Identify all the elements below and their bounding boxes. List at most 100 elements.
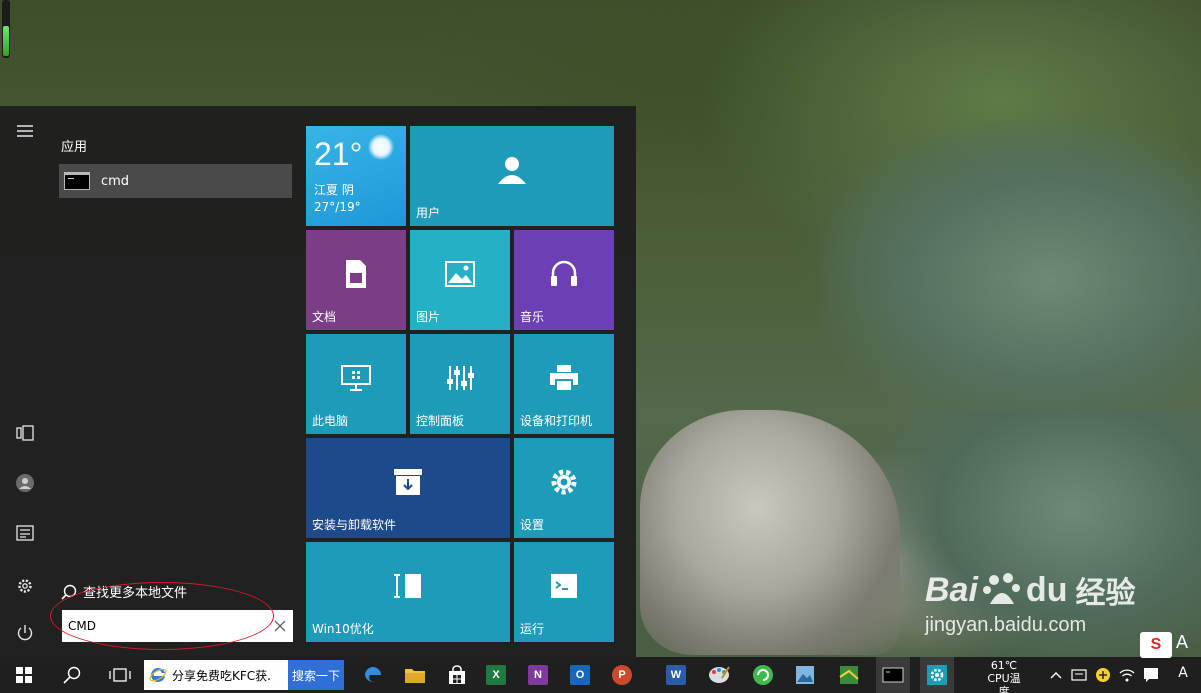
- tile-pictures-label: 图片: [416, 310, 441, 324]
- taskbar-file-explorer[interactable]: [398, 657, 432, 693]
- onenote-icon[interactable]: N: [528, 665, 548, 685]
- weather-temp: 21°: [314, 136, 363, 172]
- tray-network-app[interactable]: [1068, 657, 1090, 693]
- taskbar-store[interactable]: [440, 657, 474, 693]
- ie-search-button[interactable]: 搜索一下: [288, 660, 344, 690]
- search-input[interactable]: [62, 610, 267, 642]
- outlook-icon[interactable]: O: [570, 665, 590, 685]
- install-box-icon: [394, 469, 422, 495]
- command-prompt-icon: [59, 164, 95, 198]
- tile-weather[interactable]: 21° 江夏 阴 27°/19°: [306, 126, 406, 226]
- tile-documents-label: 文档: [312, 310, 337, 324]
- tile-control-panel-label: 控制面板: [416, 414, 465, 428]
- ie-search-bar[interactable]: 分享免费吃KFC获... 搜索一下: [144, 660, 344, 690]
- search-box: [62, 610, 293, 642]
- paw-icon: [982, 573, 1020, 604]
- taskbar-maps[interactable]: [832, 657, 866, 693]
- taskbar-paint[interactable]: [702, 657, 736, 693]
- user-account-icon: [16, 474, 34, 492]
- desktop-progress-gadget: [2, 0, 10, 58]
- tile-devices-printers[interactable]: 设备和打印机: [514, 334, 614, 434]
- search-result-cmd[interactable]: cmd: [59, 164, 292, 198]
- hamburger-menu-icon: [17, 125, 33, 137]
- search-icon: [63, 666, 81, 684]
- tile-user[interactable]: 用户: [410, 126, 614, 226]
- tile-music[interactable]: 音乐: [514, 230, 614, 330]
- start-menu: 应用 cmd 查找更多本地文件 21° 江夏 阴 27°/19° 用户 文档 图…: [0, 106, 636, 657]
- taskbar-image-viewer[interactable]: [788, 657, 822, 693]
- taskbar: 分享免费吃KFC获... 搜索一下 X N O P W 61℃ CPU温度 A: [0, 657, 1201, 693]
- wifi-icon: [1119, 669, 1135, 682]
- tile-settings[interactable]: 设置: [514, 438, 614, 538]
- weather-range: 27°/19°: [314, 200, 361, 214]
- progress-fill: [3, 26, 9, 56]
- taskbar-refresh-app[interactable]: [746, 657, 780, 693]
- excel-icon[interactable]: X: [486, 665, 506, 685]
- store-bag-icon: [449, 665, 465, 684]
- settings-button[interactable]: [8, 569, 42, 603]
- cpu-temp-label: CPU温度: [987, 672, 1021, 693]
- word-icon[interactable]: W: [666, 665, 686, 685]
- taskbar-cmd[interactable]: [876, 657, 910, 693]
- smiley-tray-icon: [1096, 668, 1110, 682]
- photo-viewer-icon: [796, 666, 814, 684]
- tablet-mode-button[interactable]: [8, 416, 42, 450]
- settings-icon: [18, 579, 32, 593]
- weather-city: 江夏 阴: [314, 183, 354, 197]
- tile-documents[interactable]: 文档: [306, 230, 406, 330]
- power-button[interactable]: [8, 616, 42, 650]
- hamburger-menu-button[interactable]: [8, 114, 42, 148]
- tray-smiley-app[interactable]: [1092, 657, 1114, 693]
- taskbar-edge[interactable]: [356, 657, 390, 693]
- baidu-watermark: Bai du 经验 jingyan.baidu.com: [925, 568, 1135, 637]
- task-view-button[interactable]: [100, 657, 140, 693]
- search-more-files[interactable]: 查找更多本地文件: [61, 582, 187, 601]
- clear-search-button[interactable]: [267, 610, 293, 642]
- map-app-icon: [839, 666, 859, 684]
- tile-this-pc[interactable]: 此电脑: [306, 334, 406, 434]
- taskbar-settings[interactable]: [920, 657, 954, 693]
- edge-icon: [365, 667, 381, 682]
- tile-win10-optimize-label: Win10优化: [312, 622, 374, 636]
- win10-optimize-icon: [394, 574, 421, 598]
- tile-music-label: 音乐: [520, 310, 545, 324]
- tile-devices-printers-label: 设备和打印机: [520, 414, 593, 428]
- chevron-up-icon: [1050, 672, 1062, 679]
- ie-search-text: 分享免费吃KFC获...: [172, 668, 272, 683]
- tile-uninstall[interactable]: 安装与卸载软件: [306, 438, 510, 538]
- tile-run-label: 运行: [520, 622, 545, 636]
- watermark-url: jingyan.baidu.com: [925, 614, 1087, 636]
- sun-icon: [368, 134, 394, 160]
- gear-icon: [927, 665, 947, 685]
- ime-letter: A: [1176, 632, 1189, 652]
- cpu-temp-gadget[interactable]: 61℃ CPU温度: [982, 659, 1026, 693]
- powerpoint-icon[interactable]: P: [612, 665, 632, 685]
- sogou-ime-badge[interactable]: S: [1140, 632, 1172, 658]
- start-button[interactable]: [0, 657, 48, 693]
- taskbar-search-button[interactable]: [52, 657, 92, 693]
- windows-logo-icon: [16, 667, 32, 683]
- tile-user-label: 用户: [416, 206, 441, 220]
- wifi-button[interactable]: [1116, 657, 1138, 693]
- task-view-icon: [109, 668, 131, 682]
- tile-win10-optimize[interactable]: Win10优化: [306, 542, 510, 642]
- paint-palette-icon: [709, 666, 730, 683]
- documents-button[interactable]: [8, 516, 42, 550]
- run-icon: [551, 574, 577, 598]
- tile-run[interactable]: 运行: [514, 542, 614, 642]
- input-method-indicator[interactable]: A: [1168, 666, 1198, 680]
- tile-pictures[interactable]: 图片: [410, 230, 510, 330]
- user-icon: [498, 157, 526, 184]
- show-hidden-icons-button[interactable]: [1046, 657, 1066, 693]
- notification-center-button[interactable]: [1140, 657, 1162, 693]
- user-account-button[interactable]: [8, 466, 42, 500]
- search-icon: [61, 584, 77, 600]
- watermark-cn: 经验: [1075, 577, 1136, 610]
- search-result-label: cmd: [101, 173, 130, 189]
- tile-control-panel[interactable]: 控制面板: [410, 334, 510, 434]
- ie-logo-icon: [149, 667, 167, 682]
- watermark-du: du: [1025, 570, 1068, 609]
- tablet-mode-icon: [16, 425, 34, 441]
- command-prompt-icon: [882, 667, 904, 683]
- action-center-icon: [1144, 668, 1158, 682]
